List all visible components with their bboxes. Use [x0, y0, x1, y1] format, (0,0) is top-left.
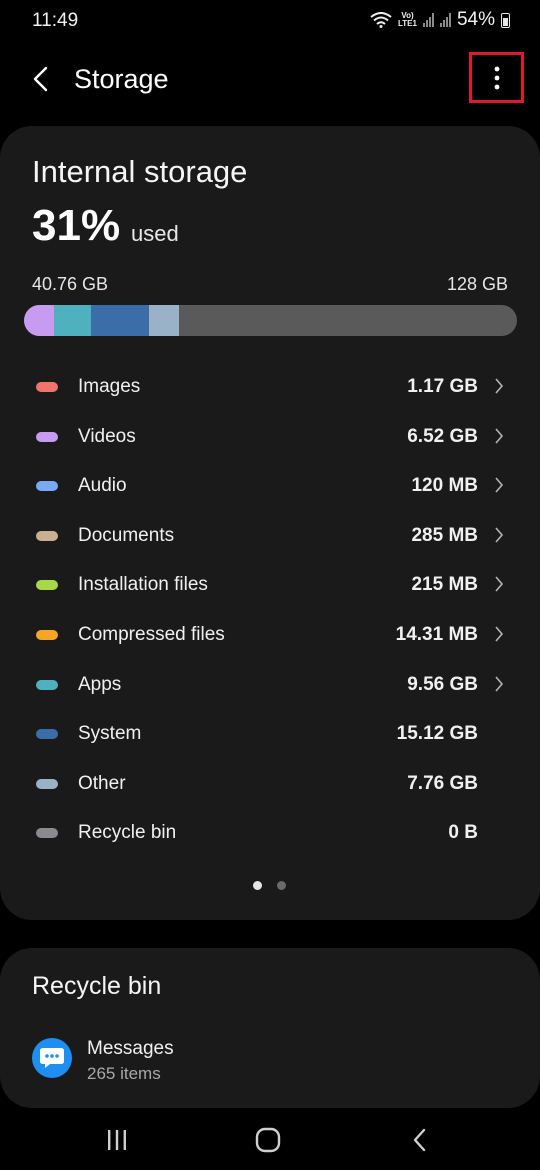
category-row[interactable]: Documents 285 MB	[0, 512, 540, 562]
category-row[interactable]: Apps 9.56 GB	[0, 661, 540, 711]
recycle-bin-title: Recycle bin	[32, 972, 162, 1000]
more-options-button[interactable]	[469, 52, 524, 103]
category-label: Audio	[78, 475, 127, 497]
category-label: Images	[78, 376, 141, 397]
category-size: 14.31 MB	[395, 623, 478, 645]
category-color-dot	[36, 481, 58, 492]
usage-bar-segment	[91, 305, 150, 336]
category-row: System 15.12 GB	[0, 710, 540, 760]
chevron-right-icon	[495, 576, 504, 592]
lte-label: LTE1	[398, 19, 417, 28]
usage-bar-segment	[54, 305, 92, 336]
category-label: Installation files	[78, 574, 208, 596]
category-size: 1.17 GB	[407, 376, 478, 397]
status-time: 11:49	[32, 10, 79, 31]
category-size: 285 MB	[411, 524, 478, 546]
status-bar: 11:49 Vo) LTE1 54%	[0, 0, 540, 44]
category-size: 0 B	[448, 822, 478, 844]
home-icon	[255, 1127, 281, 1153]
page-indicator	[253, 881, 286, 890]
category-row[interactable]: Installation files 215 MB	[0, 561, 540, 611]
category-label: Apps	[78, 673, 122, 695]
back-button[interactable]	[28, 62, 62, 98]
category-size: 120 MB	[411, 475, 478, 497]
category-size: 7.76 GB	[407, 772, 478, 794]
battery-percent: 54%	[456, 9, 495, 30]
signal-icon	[439, 13, 451, 27]
signal-icon	[422, 13, 434, 27]
usage-bar-segment	[24, 305, 55, 336]
usage-percent: 31%	[32, 201, 121, 250]
recent-apps-button[interactable]	[97, 1124, 137, 1156]
category-label: Documents	[78, 524, 175, 546]
category-row: Other 7.76 GB	[0, 760, 540, 810]
status-icons: Vo) LTE1 54%	[370, 9, 510, 31]
chevron-right-icon	[495, 527, 504, 543]
page-title: Storage	[74, 64, 169, 94]
category-color-dot	[36, 530, 58, 541]
chevron-right-icon	[495, 378, 504, 394]
page-dot[interactable]	[277, 881, 286, 890]
category-label: Compressed files	[78, 623, 225, 645]
category-color-dot	[36, 580, 58, 591]
chevron-right-icon	[495, 626, 504, 642]
recycle-item-count: 265 items	[87, 1064, 161, 1083]
chevron-right-icon	[495, 676, 504, 692]
page-dot[interactable]	[253, 881, 262, 890]
recycle-bin-card[interactable]: Recycle bin Messages 265 items	[0, 948, 540, 1108]
nav-back-button[interactable]	[400, 1124, 440, 1156]
wifi-icon	[370, 12, 392, 28]
internal-storage-title: Internal storage	[32, 154, 248, 189]
navigation-bar	[0, 1110, 540, 1170]
recycle-item-app: Messages	[87, 1038, 174, 1059]
category-size: 215 MB	[411, 574, 478, 596]
volte-lte-icon: Vo) LTE1	[398, 12, 417, 28]
chevron-right-icon	[495, 477, 504, 493]
internal-storage-card: Internal storage 31% used 40.76 GB 128 G…	[0, 126, 540, 920]
category-label: Videos	[78, 425, 136, 447]
back-icon	[413, 1128, 426, 1152]
home-button[interactable]	[248, 1124, 288, 1156]
category-label: Other	[78, 772, 126, 794]
category-size: 15.12 GB	[396, 723, 478, 745]
category-color-dot	[36, 629, 58, 640]
more-options-icon	[494, 66, 499, 89]
category-color-dot	[36, 679, 58, 690]
battery-icon	[501, 12, 510, 28]
storage-usage-bar	[24, 305, 517, 336]
category-row[interactable]: Images 1.17 GB	[0, 363, 540, 413]
messages-icon	[32, 1038, 72, 1078]
used-label: used	[131, 221, 179, 246]
usage-bar-segment	[149, 305, 180, 336]
back-arrow-icon	[33, 66, 48, 92]
category-color-dot	[36, 778, 58, 789]
used-amount: 40.76 GB	[32, 274, 109, 294]
category-label: System	[78, 723, 142, 745]
category-row: Recycle bin 0 B	[0, 809, 540, 859]
category-color-dot	[36, 729, 58, 740]
category-size: 6.52 GB	[407, 425, 478, 447]
chevron-right-icon	[495, 428, 504, 444]
app-bar: Storage	[0, 52, 540, 108]
category-color-dot	[36, 382, 58, 392]
category-row[interactable]: Videos 6.52 GB	[0, 413, 540, 463]
recent-apps-icon	[108, 1130, 126, 1150]
category-color-dot	[36, 431, 58, 442]
category-size: 9.56 GB	[407, 673, 478, 695]
category-label: Recycle bin	[78, 822, 177, 844]
total-amount: 128 GB	[446, 274, 508, 294]
category-color-dot	[36, 828, 58, 839]
category-row[interactable]: Compressed files 14.31 MB	[0, 611, 540, 661]
category-row[interactable]: Audio 120 MB	[0, 462, 540, 512]
category-list: Images 1.17 GB Videos 6.52 GB Audio 120 MB Doc…	[0, 363, 540, 859]
